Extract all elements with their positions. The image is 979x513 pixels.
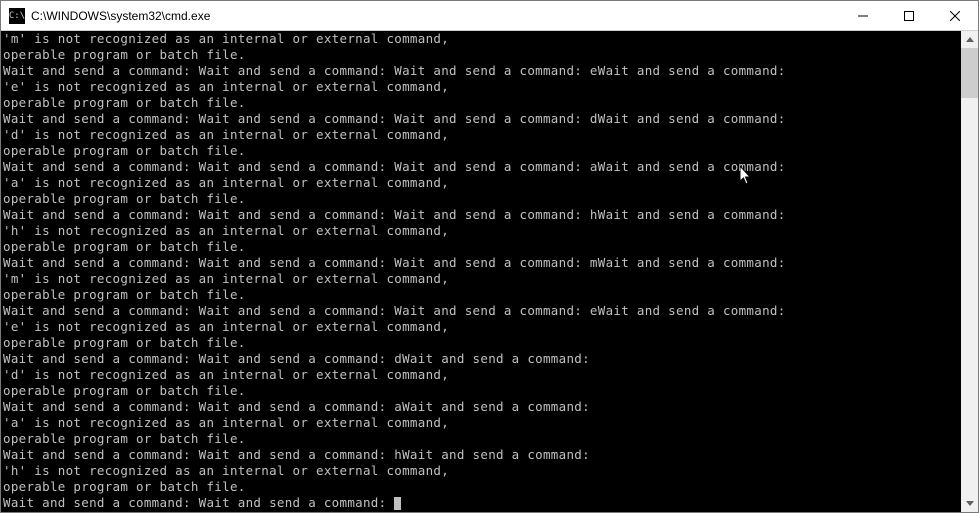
close-icon [950,11,960,21]
cmd-window: C:\ C:\WINDOWS\system32\cmd.exe 'm' is n… [0,0,979,513]
console-output[interactable]: 'm' is not recognized as an internal or … [1,31,961,512]
scroll-up-button[interactable] [961,31,978,48]
window-title: C:\WINDOWS\system32\cmd.exe [31,9,840,23]
titlebar[interactable]: C:\ C:\WINDOWS\system32\cmd.exe [1,1,978,31]
chevron-up-icon [966,37,974,42]
minimize-button[interactable] [840,1,886,30]
window-controls [840,1,978,30]
chevron-down-icon [966,501,974,506]
console-area: 'm' is not recognized as an internal or … [1,31,978,512]
cmd-icon: C:\ [9,8,25,24]
minimize-icon [858,11,868,21]
scroll-down-button[interactable] [961,495,978,512]
text-cursor [394,497,401,510]
scrollbar-thumb[interactable] [961,48,978,98]
maximize-icon [904,11,914,21]
vertical-scrollbar[interactable] [961,31,978,512]
scrollbar-track[interactable] [961,48,978,495]
maximize-button[interactable] [886,1,932,30]
close-button[interactable] [932,1,978,30]
